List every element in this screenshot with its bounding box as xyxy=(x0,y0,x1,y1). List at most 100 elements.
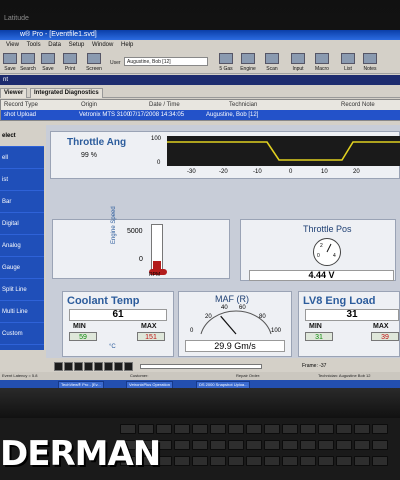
list-button[interactable]: List xyxy=(338,52,358,72)
laptop-hinge xyxy=(0,388,400,418)
view-sidebar: elect ell ist Bar Digital Analog Gauge S… xyxy=(0,125,44,350)
sidebar-item-multi-line[interactable]: Multi Line xyxy=(0,301,44,323)
keyboard-key xyxy=(228,456,244,466)
sidebar-item-select[interactable]: elect xyxy=(0,125,44,147)
input-icon xyxy=(291,53,305,64)
menu-tools[interactable]: Tools xyxy=(27,42,41,48)
list-icon xyxy=(341,53,355,64)
keyboard-key xyxy=(156,424,172,434)
menu-view[interactable]: View xyxy=(6,42,19,48)
screen: w® Pro - [Eventfile1.svd] View Tools Dat… xyxy=(0,30,400,372)
frame-slider[interactable] xyxy=(140,364,262,369)
engine-speed-label: Engine Speed xyxy=(111,206,117,244)
tab-integrated-diagnostics[interactable]: Integrated Diagnostics xyxy=(30,88,103,98)
keyboard-key xyxy=(210,424,226,434)
step-forward-button[interactable] xyxy=(104,362,113,371)
coolant-min-label: MIN xyxy=(73,323,86,330)
fast-forward-button[interactable] xyxy=(114,362,123,371)
header-origin[interactable]: Origin xyxy=(81,100,97,110)
menu-setup[interactable]: Setup xyxy=(69,42,85,48)
last-frame-button[interactable] xyxy=(124,362,133,371)
header-record-note[interactable]: Record Note xyxy=(341,100,375,110)
throttle-pos-title: Throttle Pos xyxy=(303,224,352,234)
engine-speed-unit: RPM xyxy=(149,272,161,278)
keyboard-key xyxy=(372,440,388,450)
coolant-min-value: 59 xyxy=(69,332,97,341)
save-button[interactable]: Save xyxy=(0,52,20,72)
gas-icon xyxy=(219,53,233,64)
first-frame-button[interactable] xyxy=(54,362,63,371)
print-icon xyxy=(63,53,77,64)
maf-scale-0: 0 xyxy=(190,328,194,334)
keyboard-key xyxy=(210,440,226,450)
screen-button[interactable]: Screen xyxy=(84,52,104,72)
header-record-type[interactable]: Record Type xyxy=(4,100,38,110)
records-grid: Record Type Origin Date / Time Technicia… xyxy=(0,99,400,121)
keyboard-key xyxy=(300,440,316,450)
keyboard-key xyxy=(246,440,262,450)
throttle-ang-unit: % xyxy=(90,152,97,159)
sidebar-item-digital[interactable]: Digital xyxy=(0,213,44,235)
throttle-ang-readout: 99 % xyxy=(81,152,97,159)
coolant-temp-panel[interactable]: Coolant Temp 61 MIN MAX 59 151 °C xyxy=(62,291,174,357)
header-technician[interactable]: Technician xyxy=(229,100,257,110)
menu-data[interactable]: Data xyxy=(48,42,61,48)
sidebar-item-gauge[interactable]: Gauge xyxy=(0,257,44,279)
keyboard-key xyxy=(318,424,334,434)
nav-row[interactable]: nt xyxy=(0,75,400,85)
save-icon xyxy=(3,53,17,64)
tab-viewer[interactable]: Viewer xyxy=(0,88,28,98)
maf-scale-80: 80 xyxy=(259,314,266,320)
keyboard-key xyxy=(264,456,280,466)
lv8-max-value: 39 xyxy=(371,332,399,341)
macro-icon xyxy=(315,53,329,64)
throttle-ang-panel[interactable]: Throttle Ang 99 % 100 0 -30 -20 -10 0 10… xyxy=(50,131,400,179)
keyboard-key xyxy=(174,456,190,466)
keyboard-key xyxy=(120,424,136,434)
watermark-text: DERMAN xyxy=(0,434,161,474)
notes-button[interactable]: Notes xyxy=(360,52,380,72)
lv8-eng-load-panel[interactable]: LV8 Eng Load 31 MIN MAX 31 39 xyxy=(298,291,400,357)
menu-help[interactable]: Help xyxy=(121,42,133,48)
engine-speed-panel[interactable]: Engine Speed 5000 0 RPM xyxy=(52,206,230,279)
sidebar-item-bar[interactable]: Bar xyxy=(0,191,44,213)
keyboard-key xyxy=(174,440,190,450)
keyboard-key xyxy=(174,424,190,434)
sidebar-item-list[interactable]: ist xyxy=(0,169,44,191)
search-button[interactable]: Search xyxy=(18,52,38,72)
user-label: User xyxy=(110,60,121,66)
keyboard-key xyxy=(228,424,244,434)
print-button[interactable]: Print xyxy=(60,52,80,72)
coolant-max-label: MAX xyxy=(141,323,157,330)
throttle-ang-ytop: 100 xyxy=(151,136,162,142)
play-button[interactable] xyxy=(94,362,103,371)
engine-button[interactable]: Engine xyxy=(238,52,258,72)
sidebar-item-analog[interactable]: Analog xyxy=(0,235,44,257)
sidebar-item-cell[interactable]: ell xyxy=(0,147,44,169)
macro-button[interactable]: Macro xyxy=(312,52,332,72)
header-date-time[interactable]: Date / Time xyxy=(149,100,180,110)
throttle-pos-panel[interactable]: Throttle Pos 2 0 4 4.44 V xyxy=(240,219,396,281)
user-select[interactable]: Augustine, Bob [12] xyxy=(124,57,208,66)
keyboard-key xyxy=(336,456,352,466)
throttle-pos-dial: 2 0 4 xyxy=(313,238,341,266)
step-back-button[interactable] xyxy=(74,362,83,371)
window-title: w® Pro - [Eventfile1.svd] xyxy=(0,30,400,40)
input-button[interactable]: Input xyxy=(288,52,308,72)
five-gas-button[interactable]: 5 Gas xyxy=(216,52,236,72)
sidebar-item-custom[interactable]: Custom xyxy=(0,323,44,345)
menu-window[interactable]: Window xyxy=(92,42,113,48)
stop-button[interactable] xyxy=(84,362,93,371)
lv8-max-label: MAX xyxy=(373,323,389,330)
sidebar-item-split-line[interactable]: Split Line xyxy=(0,279,44,301)
cell-record-type: shot Upload xyxy=(4,112,37,118)
maf-panel[interactable]: MAF (R) 0 20 40 60 80 100 29.9 Gm/s xyxy=(178,291,292,357)
rewind-button[interactable] xyxy=(64,362,73,371)
table-row[interactable]: shot Upload Vetronix MTS 3100 07/17/2008… xyxy=(1,110,400,120)
scan-button[interactable]: Scan xyxy=(262,52,282,72)
frame-indicator: Frame: -37 xyxy=(302,363,327,369)
keyboard-key xyxy=(282,456,298,466)
save-record-button[interactable]: Save xyxy=(38,52,58,72)
maf-scale-20: 20 xyxy=(205,314,212,320)
lv8-value: 31 xyxy=(305,309,399,321)
